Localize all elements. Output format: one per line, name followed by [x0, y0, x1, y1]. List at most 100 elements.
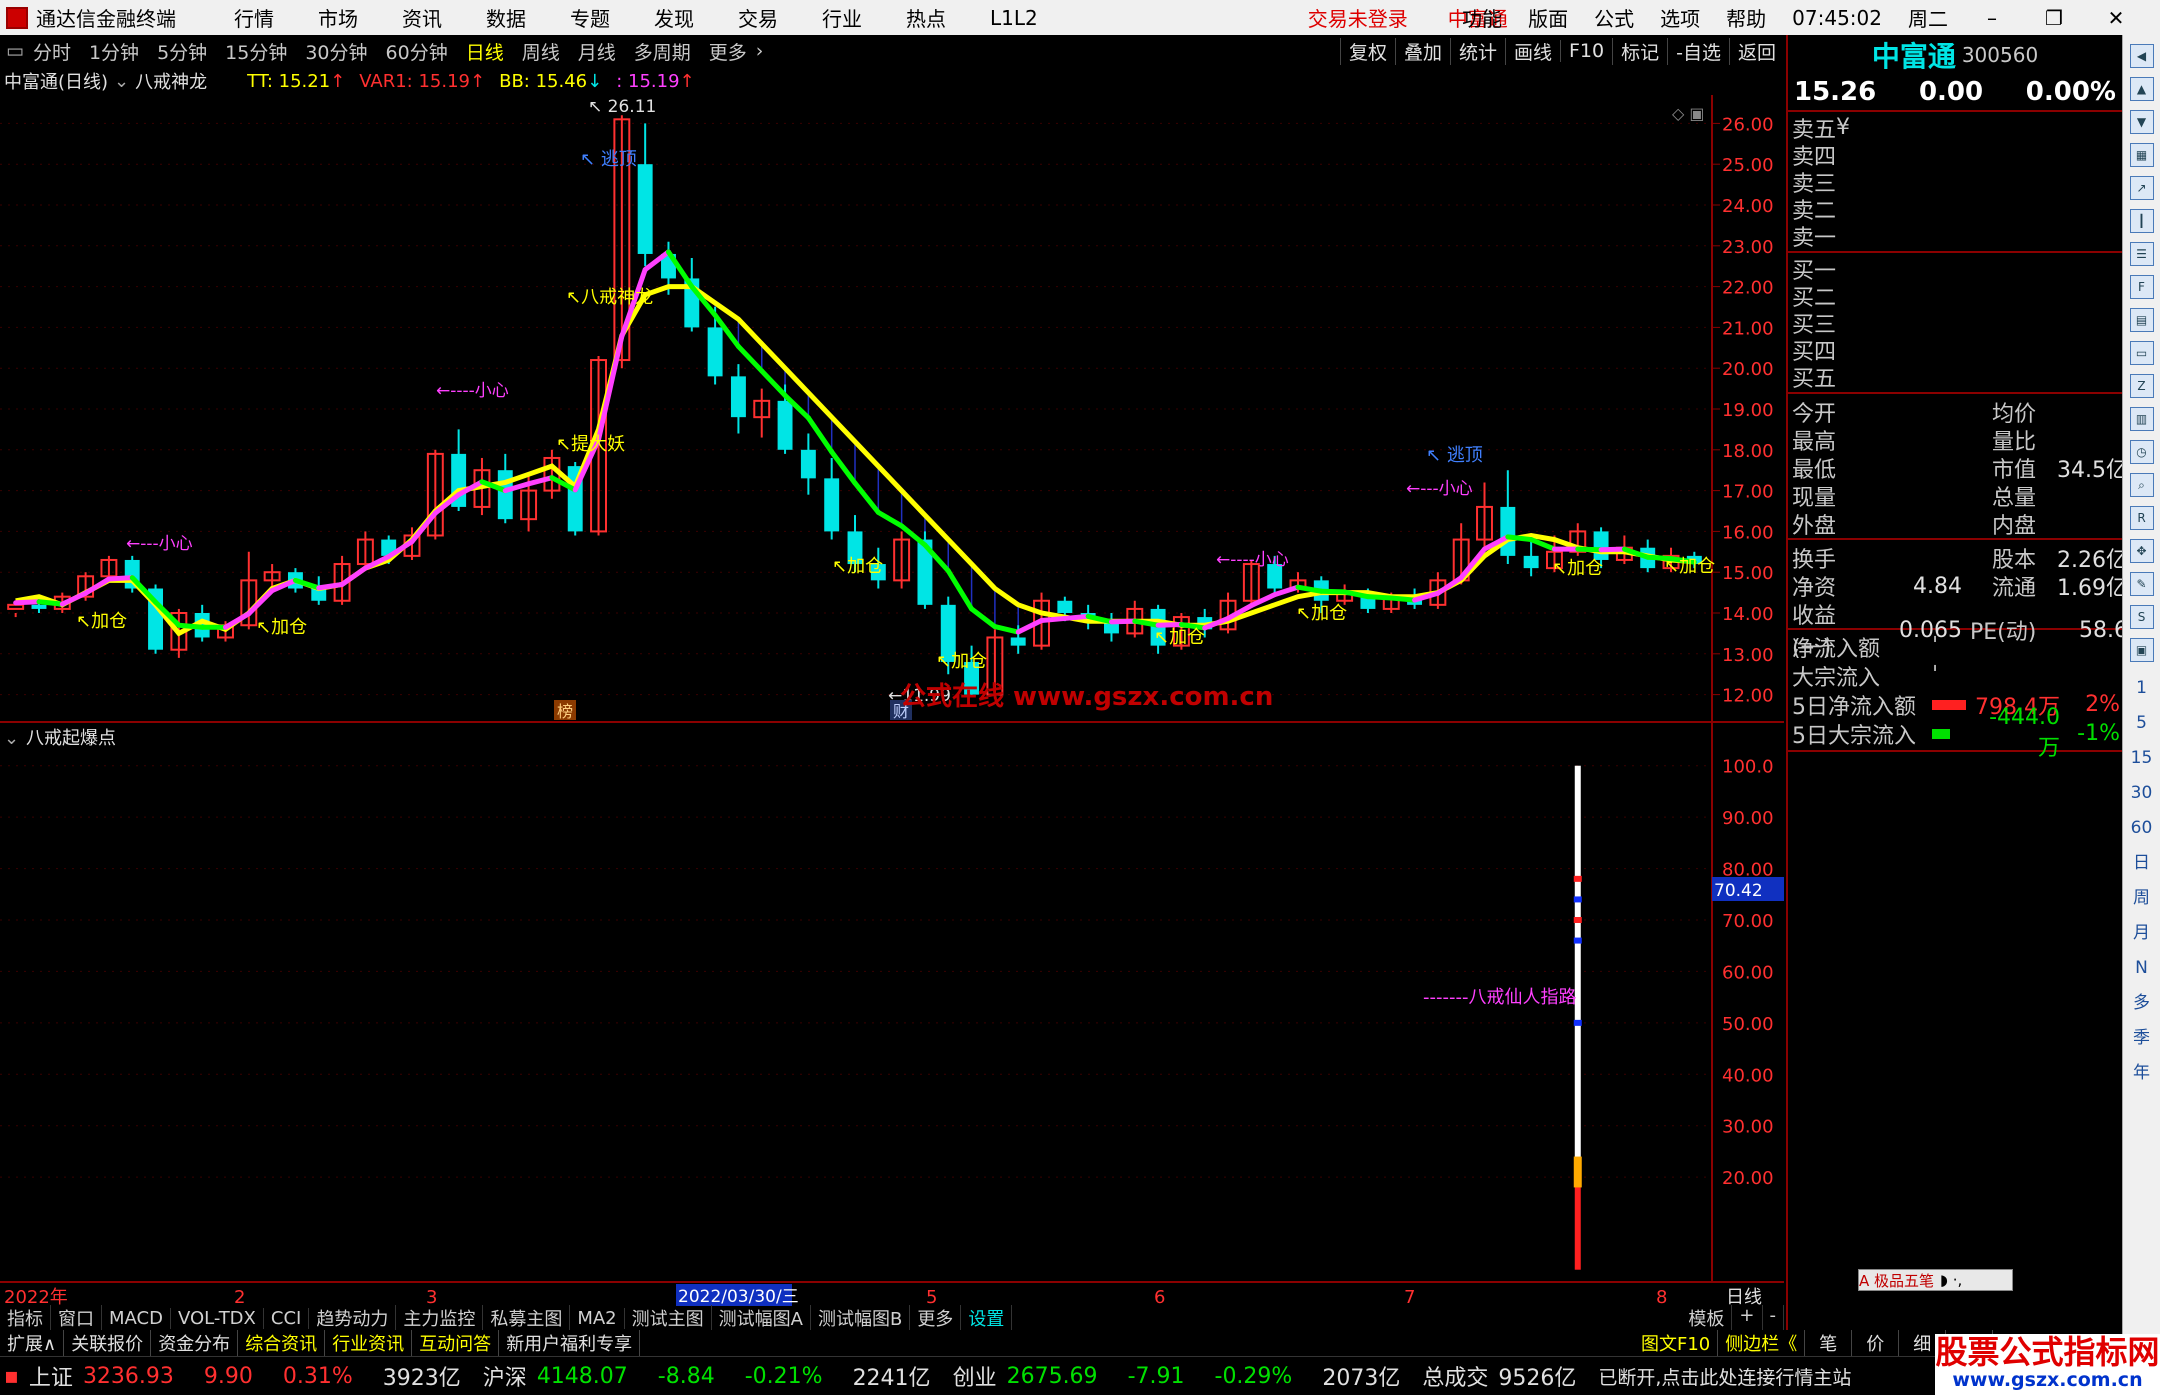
ext-expand[interactable]: 扩展∧: [0, 1330, 65, 1356]
tool-draw[interactable]: 画线: [1504, 37, 1560, 65]
tab-vol[interactable]: VOL-TDX: [171, 1307, 264, 1329]
add-button[interactable]: +: [1732, 1305, 1763, 1331]
ext-sidebar[interactable]: 侧边栏《: [1718, 1330, 1806, 1356]
chart-icon[interactable]: ▥: [2129, 407, 2154, 431]
period-more[interactable]: 更多: [707, 38, 749, 65]
restore-icon[interactable]: ❐: [2036, 6, 2072, 30]
tool-adjust[interactable]: 复权: [1339, 37, 1395, 65]
picture-icon[interactable]: ▣: [2129, 638, 2154, 662]
menu-layout[interactable]: 版面: [1528, 3, 1568, 32]
ext-f10[interactable]: 图文F10: [1634, 1330, 1719, 1356]
menu-formula[interactable]: 公式: [1594, 3, 1634, 32]
arrow-down-icon[interactable]: ▼: [2129, 110, 2154, 134]
menu-discover[interactable]: 发现: [654, 3, 694, 32]
ext-related[interactable]: 关联报价: [64, 1330, 152, 1356]
indicator-name[interactable]: 八戒神龙: [135, 68, 207, 94]
cycle-n[interactable]: N: [2123, 951, 2160, 986]
diamond-icon[interactable]: ◇ ▣: [1672, 104, 1705, 123]
connection-message[interactable]: 已断开,点击此处连接行情主站: [1598, 1363, 1851, 1390]
cycle-season[interactable]: 季: [2123, 1021, 2160, 1056]
line-chart-icon[interactable]: ↗: [2129, 176, 2154, 200]
tab-more[interactable]: 更多: [910, 1305, 962, 1331]
period-5min[interactable]: 5分钟: [155, 38, 209, 65]
menu-options[interactable]: 选项: [1660, 3, 1700, 32]
menu-market[interactable]: 市场: [318, 3, 358, 32]
cy-label[interactable]: 创业: [953, 1360, 997, 1392]
cycle-year[interactable]: 年: [2123, 1056, 2160, 1091]
table-icon[interactable]: ▤: [2129, 308, 2154, 332]
fz-icon[interactable]: Z: [2129, 374, 2154, 398]
close-icon[interactable]: ✕: [2098, 6, 2134, 30]
search-icon[interactable]: ⌕: [2129, 473, 2154, 497]
chevron-right-icon[interactable]: ›: [756, 40, 764, 62]
candle-icon[interactable]: ┃: [2129, 209, 2154, 233]
remove-button[interactable]: -: [1763, 1305, 1784, 1331]
menu-quotes[interactable]: 行情: [234, 3, 274, 32]
doc-icon[interactable]: ▭: [2129, 341, 2154, 365]
arrow-left-icon[interactable]: ◀: [2129, 44, 2154, 68]
ext-welfare[interactable]: 新用户福利专享: [499, 1330, 641, 1356]
ext-pen[interactable]: 笔: [1805, 1330, 1853, 1356]
tab-private[interactable]: 私募主图: [483, 1305, 571, 1331]
ext-news[interactable]: 综合资讯: [238, 1330, 326, 1356]
tab-window[interactable]: 窗口: [51, 1305, 102, 1331]
cycle-1[interactable]: 1: [2123, 671, 2160, 706]
pen-icon[interactable]: ✎: [2129, 572, 2154, 596]
clock-icon[interactable]: ◷: [2129, 440, 2154, 464]
tab-trend[interactable]: 趋势动力: [309, 1305, 397, 1331]
period-multi[interactable]: 多周期: [632, 38, 693, 65]
ime-bubble[interactable]: A 极品五笔 ◗ ·,: [1858, 1269, 2013, 1291]
move-icon[interactable]: ✥: [2129, 539, 2154, 563]
period-60min[interactable]: 60分钟: [384, 38, 450, 65]
fs-icon[interactable]: S: [2129, 605, 2154, 629]
cycle-multi[interactable]: 多: [2123, 986, 2160, 1021]
list-icon[interactable]: ☰: [2129, 242, 2154, 266]
collapse-icon[interactable]: ▭: [6, 40, 24, 62]
f10-icon[interactable]: F: [2129, 275, 2154, 299]
sub-dropdown-icon[interactable]: ⌄: [4, 728, 19, 749]
cycle-5[interactable]: 5: [2123, 706, 2160, 741]
arrow-up-icon[interactable]: ▲: [2129, 77, 2154, 101]
minimize-icon[interactable]: –: [1974, 6, 2010, 30]
cycle-60[interactable]: 60: [2123, 811, 2160, 846]
period-daily[interactable]: 日线: [464, 38, 506, 65]
grid-icon[interactable]: ▦: [2129, 143, 2154, 167]
cycle-15[interactable]: 15: [2123, 741, 2160, 776]
period-timeline[interactable]: 分时: [31, 38, 73, 65]
hs-label[interactable]: 沪深: [483, 1360, 527, 1392]
price-chart[interactable]: 26.00 25.00 24.00 23.00 22.00 21.00 20.00 19.00…: [0, 95, 1784, 1335]
tab-settings[interactable]: 设置: [961, 1305, 1013, 1331]
menu-l1l2[interactable]: L1L2: [990, 6, 1038, 30]
menu-function[interactable]: 功能: [1462, 3, 1502, 32]
menu-industry[interactable]: 行业: [822, 3, 862, 32]
tool-mark[interactable]: 标记: [1612, 37, 1667, 65]
trade-login-status[interactable]: 交易未登录: [1308, 3, 1408, 32]
period-weekly[interactable]: 周线: [520, 38, 562, 65]
menu-data[interactable]: 数据: [486, 3, 526, 32]
menu-topic[interactable]: 专题: [570, 3, 610, 32]
tab-macd[interactable]: MACD: [102, 1307, 171, 1329]
tool-overlay[interactable]: 叠加: [1394, 37, 1450, 65]
tab-test-b[interactable]: 测试幅图B: [811, 1305, 911, 1331]
sub-indicator-name[interactable]: 八戒起爆点: [26, 728, 116, 749]
menu-help[interactable]: 帮助: [1726, 3, 1766, 32]
tab-test-a[interactable]: 测试幅图A: [712, 1305, 811, 1331]
sh-label[interactable]: 上证: [29, 1360, 73, 1392]
template-button[interactable]: 模板: [1681, 1305, 1733, 1331]
menu-hot[interactable]: 热点: [906, 3, 946, 32]
ext-qa[interactable]: 互动问答: [412, 1330, 500, 1356]
menu-trade[interactable]: 交易: [738, 3, 778, 32]
tool-watchlist[interactable]: -自选: [1667, 37, 1729, 65]
tool-back[interactable]: 返回: [1728, 37, 1784, 65]
tab-test-main[interactable]: 测试主图: [625, 1305, 712, 1331]
period-30min[interactable]: 30分钟: [303, 38, 369, 65]
rsi-icon[interactable]: R: [2129, 506, 2154, 530]
ext-price[interactable]: 价: [1852, 1330, 1900, 1356]
ext-industry[interactable]: 行业资讯: [325, 1330, 413, 1356]
menu-news[interactable]: 资讯: [402, 3, 442, 32]
dropdown-icon[interactable]: ⌄: [114, 71, 129, 92]
cycle-week[interactable]: 周: [2123, 881, 2160, 916]
tab-cci[interactable]: CCI: [264, 1307, 310, 1329]
ext-funds[interactable]: 资金分布: [151, 1330, 239, 1356]
period-1min[interactable]: 1分钟: [87, 38, 141, 65]
